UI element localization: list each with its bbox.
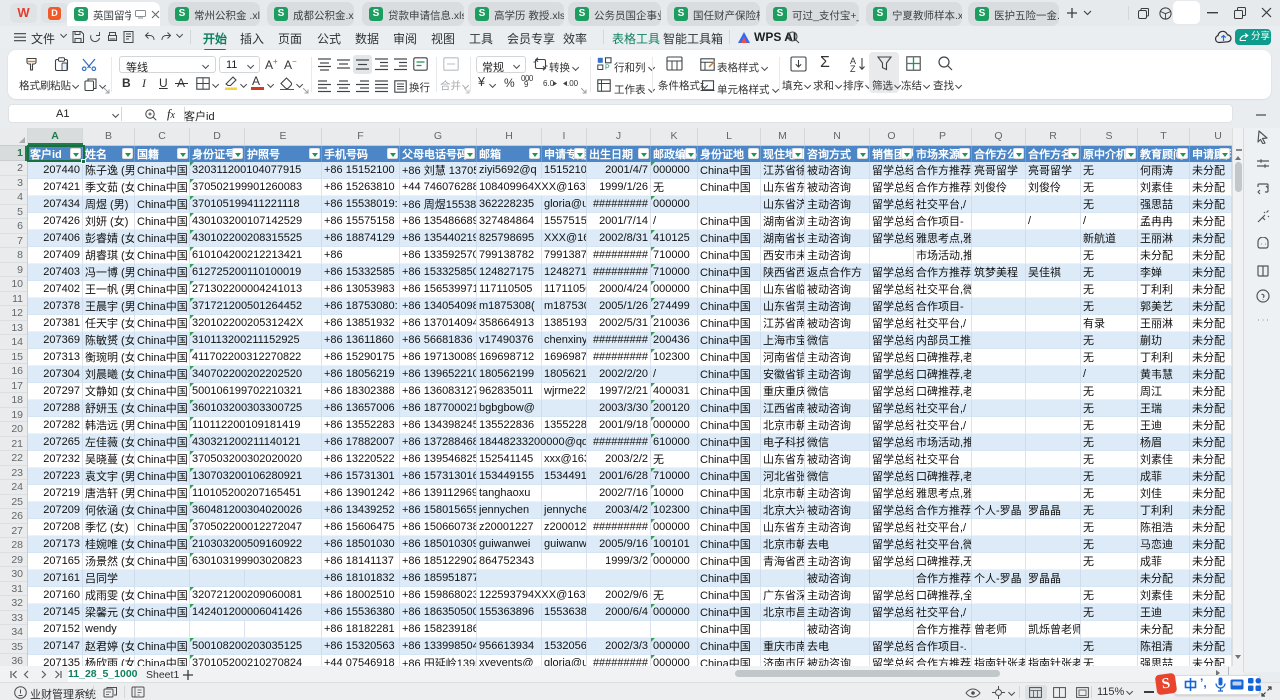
svg-text:.00: .00 (567, 79, 578, 88)
svg-text:P: P (605, 65, 610, 71)
svg-text:6.0: 6.0 (543, 79, 555, 88)
svg-text:Z: Z (850, 64, 856, 72)
